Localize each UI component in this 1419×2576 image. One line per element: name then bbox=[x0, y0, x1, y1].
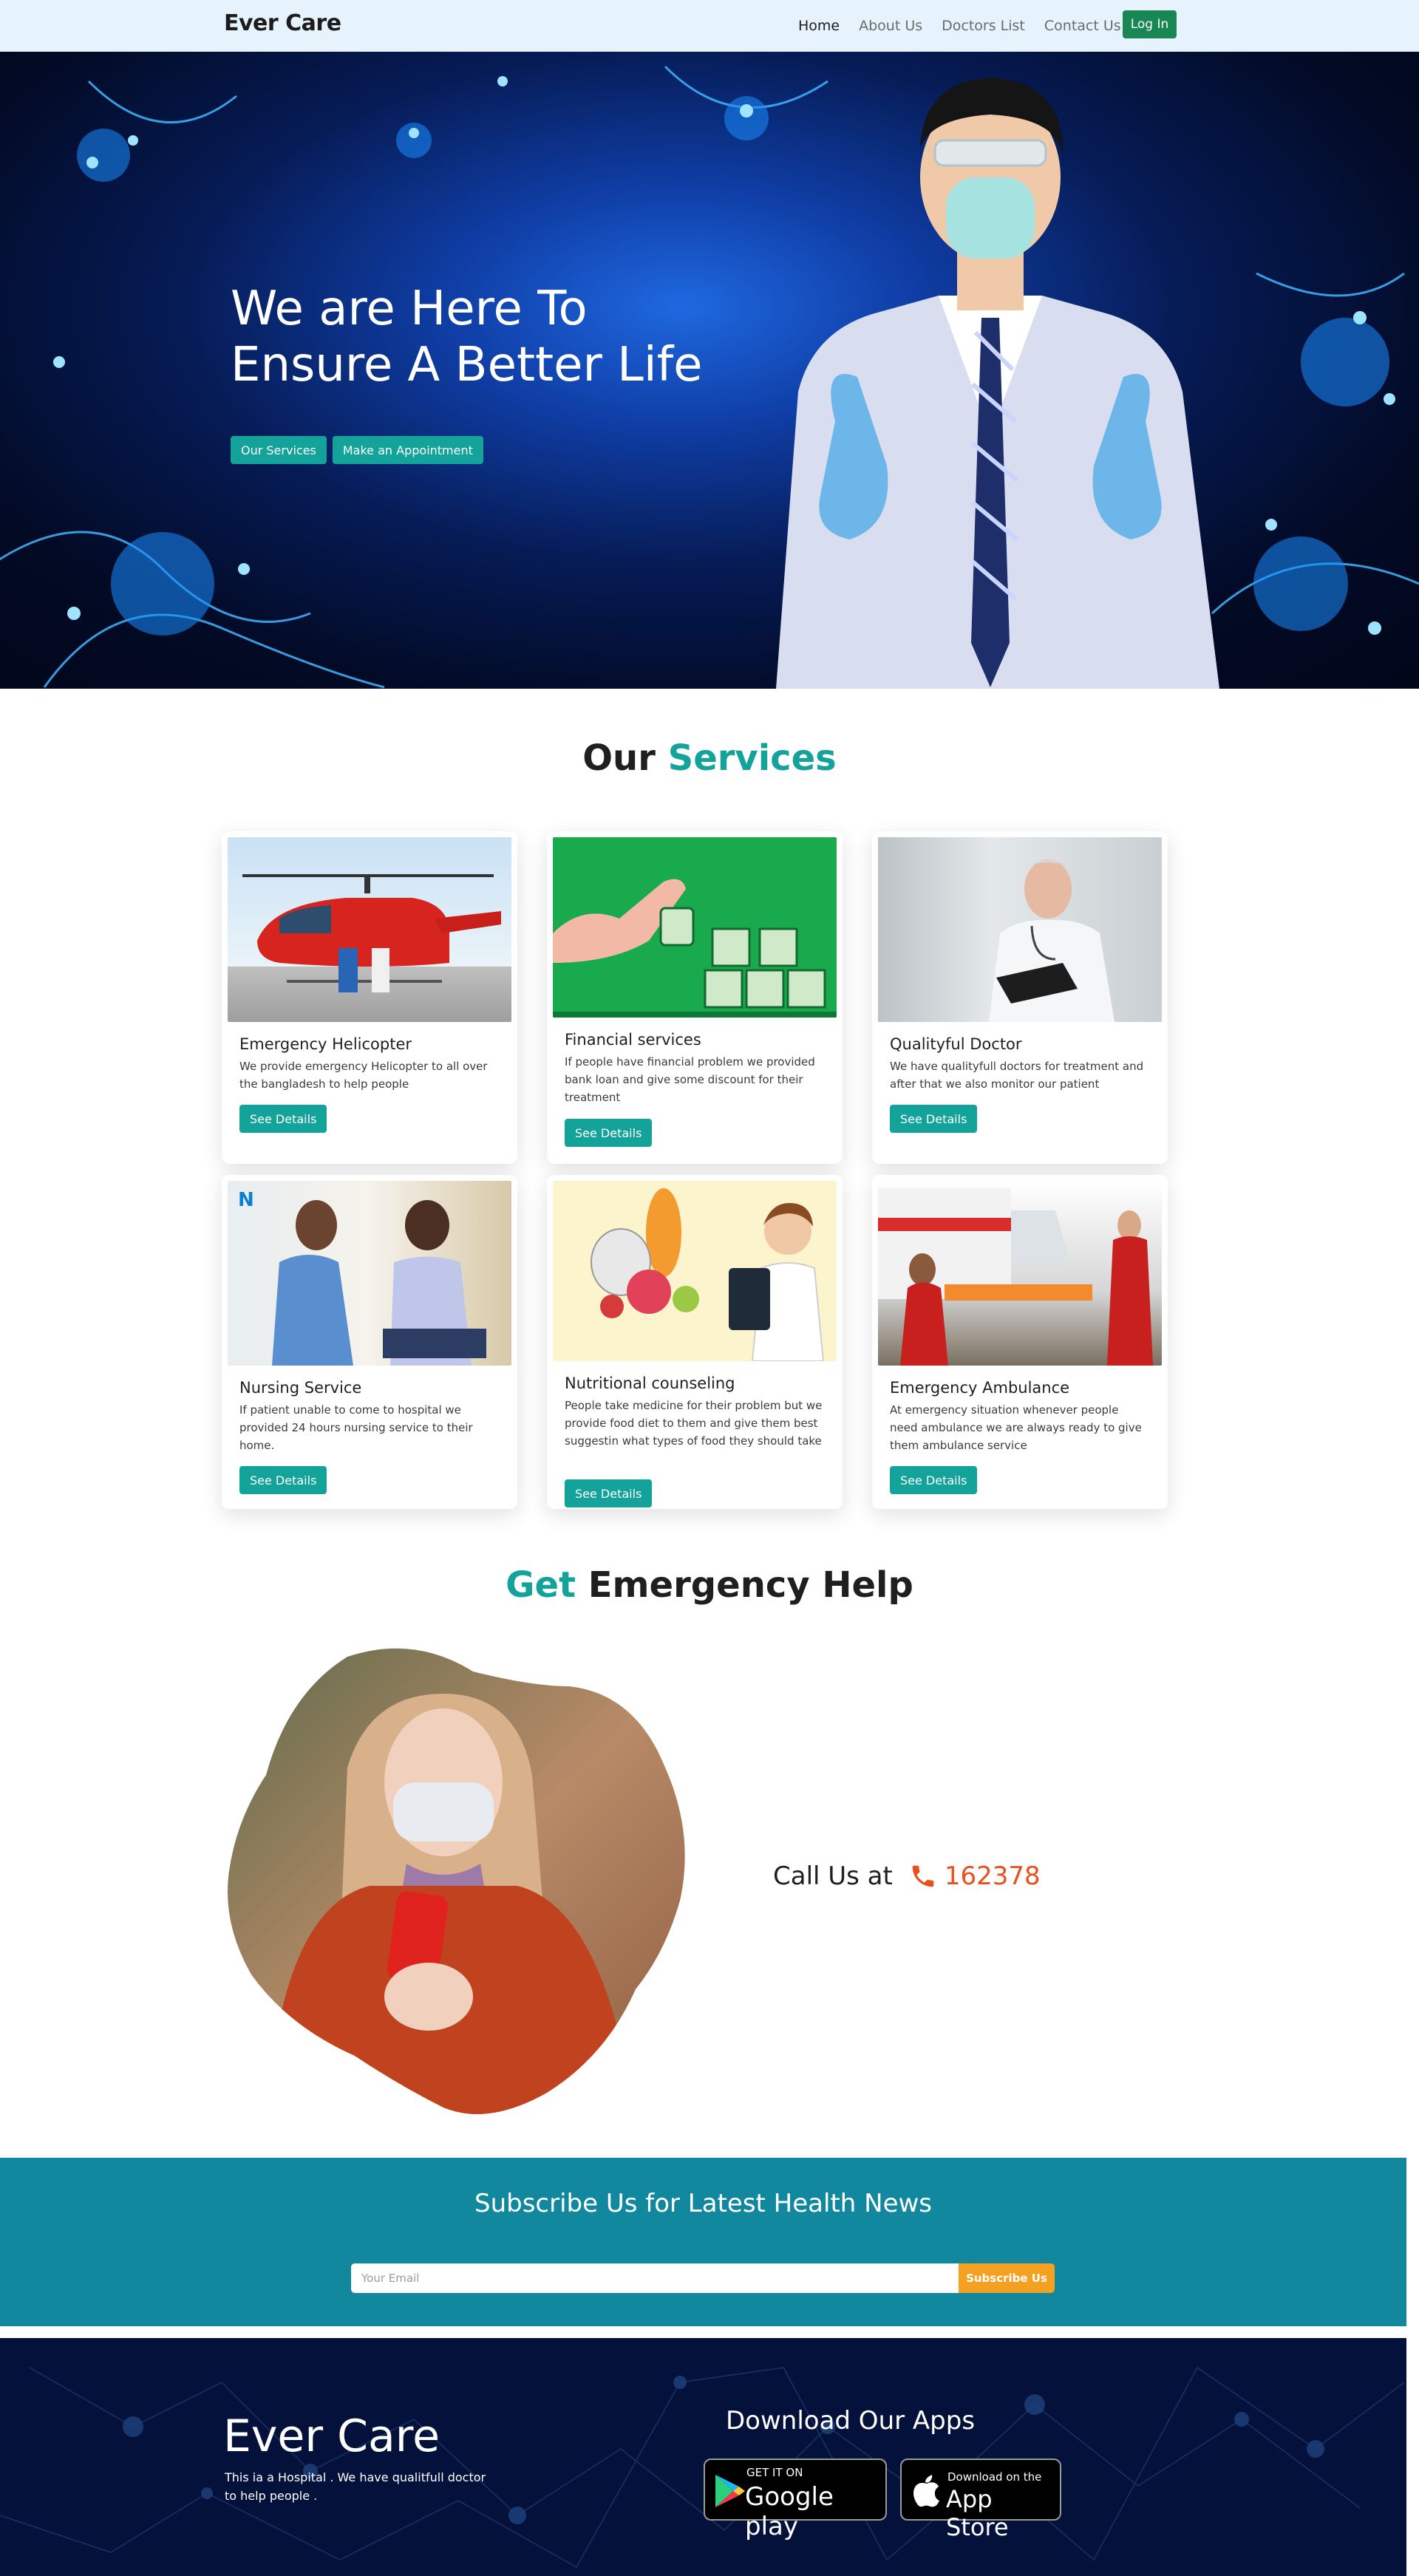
service-card-doctor: Qualityful Doctor We have qualityfull do… bbox=[872, 831, 1168, 1164]
service-card-text: If patient unable to come to hospital we… bbox=[239, 1403, 473, 1452]
ambulance-image bbox=[878, 1181, 1162, 1366]
svg-text:N: N bbox=[238, 1189, 254, 1211]
service-card-nutrition: Nutritional counseling People take medic… bbox=[547, 1175, 843, 1509]
footer-description: This ia a Hospital . We have qualitfull … bbox=[225, 2470, 486, 2503]
make-appointment-button[interactable]: Make an Appointment bbox=[332, 436, 483, 464]
hero-title: We are Here To Ensure A Better Life bbox=[231, 281, 703, 393]
login-button[interactable]: Log In bbox=[1123, 10, 1177, 38]
nav-link-contact[interactable]: Contact Us bbox=[1044, 18, 1121, 34]
service-card-text: People take medicine for their problem b… bbox=[565, 1399, 823, 1448]
download-apps-title: Download Our Apps bbox=[726, 2406, 976, 2436]
navbar: Ever Care Home About Us Doctors List Con… bbox=[0, 0, 1419, 52]
service-card-text: We have qualityfull doctors for treatmen… bbox=[890, 1060, 1144, 1091]
footer-brand: Ever Care bbox=[223, 2410, 440, 2462]
service-card-helicopter: Emergency Helicopter We provide emergenc… bbox=[222, 831, 517, 1164]
our-services-button[interactable]: Our Services bbox=[231, 436, 327, 464]
nav-link-about[interactable]: About Us bbox=[859, 18, 922, 34]
service-card-title: Emergency Ambulance bbox=[890, 1379, 1070, 1397]
hero-title-line1: We are Here To bbox=[231, 282, 588, 336]
service-card-title: Financial services bbox=[565, 1031, 701, 1049]
phone-number[interactable]: 162378 bbox=[945, 1861, 1041, 1891]
app-store-button[interactable]: Download on the App Store bbox=[900, 2459, 1061, 2541]
nav-links: Home About Us Doctors List Contact Us bbox=[798, 0, 1140, 52]
subscribe-title: Subscribe Us for Latest Health News bbox=[474, 2189, 933, 2218]
see-details-button[interactable]: See Details bbox=[239, 1466, 327, 1494]
service-card-text: At emergency situation whenever people n… bbox=[890, 1403, 1142, 1452]
see-details-button[interactable]: See Details bbox=[890, 1466, 978, 1494]
doctor-image bbox=[878, 837, 1162, 1022]
brand-logo[interactable]: Ever Care bbox=[224, 10, 341, 36]
call-us-label: Call Us at bbox=[773, 1861, 893, 1891]
app-store-big-text: App Store bbox=[946, 2485, 1009, 2541]
service-card-nursing: N Nursing Service If patient unable to c… bbox=[222, 1175, 517, 1509]
services-title-prefix: Our bbox=[582, 737, 656, 779]
hero-buttons: Our Services Make an Appointment bbox=[231, 436, 483, 464]
nutrition-image bbox=[553, 1181, 837, 1361]
google-play-small-text: GET IT ON bbox=[746, 2466, 803, 2479]
emergency-section-title: Get Emergency Help bbox=[0, 1564, 1419, 1606]
subscribe-section: Subscribe Us for Latest Health News Subs… bbox=[0, 2158, 1406, 2326]
app-store-small-text: Download on the bbox=[947, 2470, 1042, 2484]
email-input[interactable] bbox=[351, 2263, 959, 2293]
service-card-title: Qualityful Doctor bbox=[890, 1035, 1022, 1053]
emergency-title-rest: Emergency Help bbox=[588, 1564, 913, 1606]
nursing-image: N bbox=[228, 1181, 511, 1366]
emergency-title-accent: Get bbox=[506, 1564, 576, 1606]
see-details-button[interactable]: See Details bbox=[565, 1479, 653, 1507]
service-card-ambulance: Emergency Ambulance At emergency situati… bbox=[872, 1175, 1168, 1509]
nav-link-home[interactable]: Home bbox=[798, 18, 840, 34]
see-details-button[interactable]: See Details bbox=[890, 1105, 978, 1133]
services-title-accent: Services bbox=[667, 737, 837, 779]
hero-banner: We are Here To Ensure A Better Life Our … bbox=[0, 52, 1419, 689]
services-section-title: Our Services bbox=[0, 737, 1419, 779]
financial-image bbox=[553, 837, 837, 1018]
network-background-art bbox=[0, 2366, 1405, 2569]
service-card-text: If people have financial problem we prov… bbox=[565, 1055, 815, 1104]
service-card-title: Emergency Helicopter bbox=[239, 1035, 412, 1053]
phone-icon bbox=[912, 1865, 934, 1887]
nav-link-doctors[interactable]: Doctors List bbox=[942, 18, 1025, 34]
footer: Ever Care This ia a Hospital . We have q… bbox=[0, 2338, 1406, 2576]
doctor-illustration bbox=[776, 78, 1219, 689]
emergency-woman-image bbox=[228, 1648, 685, 2114]
service-card-text: We provide emergency Helicopter to all o… bbox=[239, 1060, 488, 1091]
subscribe-button[interactable]: Subscribe Us bbox=[959, 2263, 1055, 2293]
call-us-row: Call Us at 162378 bbox=[773, 1856, 1041, 1896]
google-play-button[interactable]: GET IT ON Google play bbox=[704, 2459, 887, 2541]
see-details-button[interactable]: See Details bbox=[565, 1119, 653, 1147]
apple-icon bbox=[913, 2475, 939, 2507]
service-card-title: Nursing Service bbox=[239, 1379, 362, 1397]
google-play-icon bbox=[715, 2475, 745, 2507]
service-card-financial: Financial services If people have financ… bbox=[547, 831, 843, 1164]
service-card-title: Nutritional counseling bbox=[565, 1374, 735, 1392]
hero-title-line2: Ensure A Better Life bbox=[231, 338, 703, 392]
helicopter-image bbox=[228, 837, 511, 1022]
google-play-big-text: Google play bbox=[745, 2482, 834, 2541]
see-details-button[interactable]: See Details bbox=[239, 1105, 327, 1133]
